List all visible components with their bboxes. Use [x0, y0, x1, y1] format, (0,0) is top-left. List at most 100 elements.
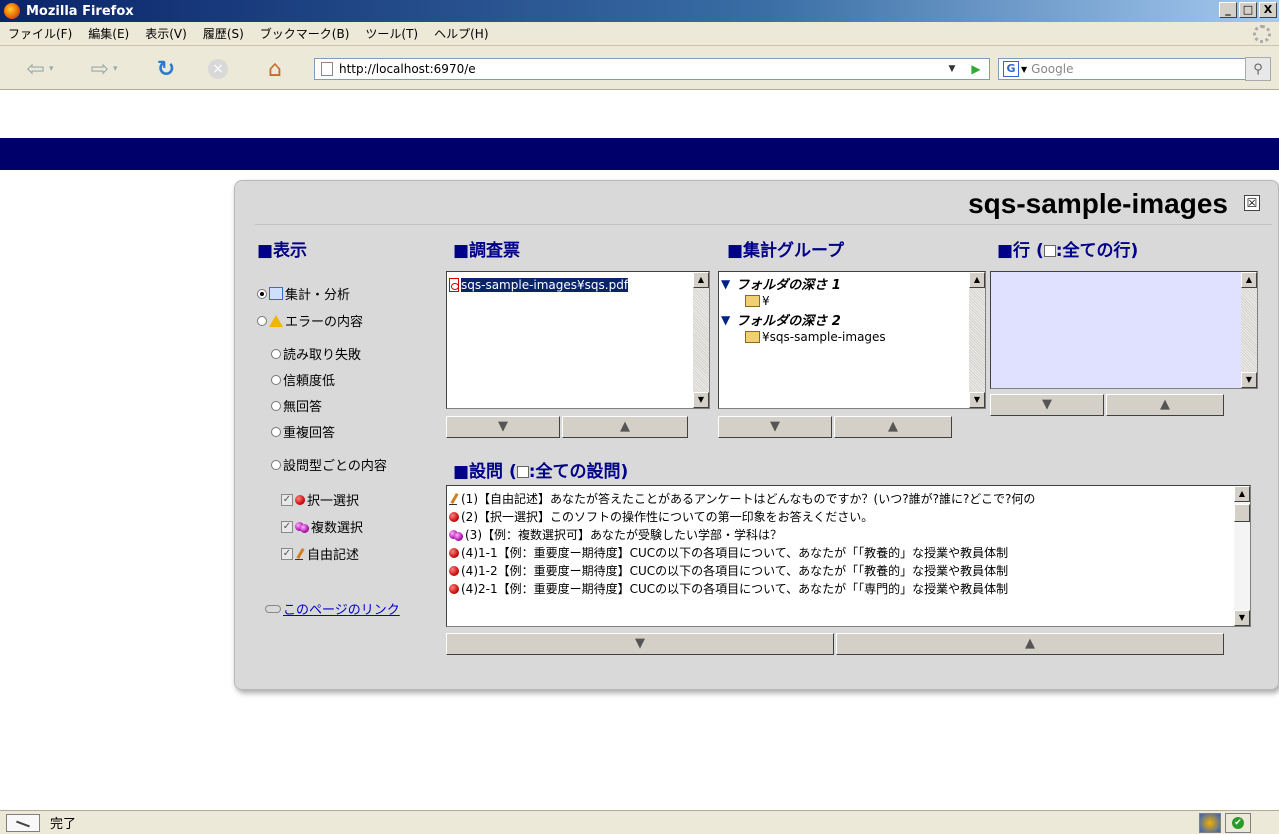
forward-button[interactable]: ⇨ ▾	[78, 56, 130, 82]
forward-dropdown-icon[interactable]: ▾	[113, 64, 118, 74]
rows-heading: ■行 (:全ての行)	[997, 236, 1138, 261]
ok-check-icon: ✔	[1232, 817, 1244, 829]
questions-scroll-down[interactable]: ▼	[1234, 610, 1250, 626]
page-link-text[interactable]: このページのリンク	[283, 599, 400, 618]
questions-move-up-button[interactable]: ▲	[836, 633, 1224, 655]
group-depth-1-item[interactable]: ¥	[745, 292, 770, 309]
reload-button[interactable]: ↻	[152, 56, 180, 82]
rows-move-up-button[interactable]: ▲	[1106, 394, 1224, 416]
addon-icon[interactable]	[1199, 813, 1221, 833]
rows-listbox[interactable]: ▲ ▼	[990, 271, 1258, 389]
option-no-answer[interactable]: 無回答	[271, 396, 322, 415]
questions-heading-prefix: ■設問 (	[453, 462, 517, 482]
question-item[interactable]: (1)【自由記述】あなたが答えたことがあるアンケートはどんなものですか？(いつ?…	[449, 490, 1035, 507]
option-dup-answer[interactable]: 重複回答	[271, 422, 335, 441]
groups-scrollbar[interactable]: ▲ ▼	[969, 272, 985, 408]
single-choice-icon	[449, 511, 459, 522]
questions-scroll-thumb[interactable]	[1234, 504, 1250, 522]
option-aggregate[interactable]: 集計・分析	[257, 284, 350, 303]
groups-move-down-button[interactable]: ▼	[718, 416, 832, 438]
menu-file[interactable]: ファイル(F)	[0, 25, 80, 42]
checkbox-multi[interactable]: ✓	[281, 520, 293, 533]
menu-tools[interactable]: ツール(T)	[357, 25, 426, 42]
option-free[interactable]: ✓ 自由記述	[281, 544, 359, 563]
menu-help[interactable]: ヘルプ(H)	[426, 25, 496, 42]
checkbox-free[interactable]: ✓	[281, 547, 293, 560]
option-by-type[interactable]: 設問型ごとの内容	[271, 455, 387, 474]
menu-edit[interactable]: 編集(E)	[80, 25, 137, 42]
radio-no-answer[interactable]	[271, 400, 281, 411]
group-depth-1[interactable]: ▼ フォルダの深さ 1	[721, 274, 841, 294]
survey-move-down-button[interactable]: ▼	[446, 416, 560, 438]
search-engine-dropdown-icon[interactable]: ▼	[1021, 65, 1027, 74]
group-depth-2-item[interactable]: ¥sqs-sample-images	[745, 328, 886, 345]
menu-bookmarks[interactable]: ブックマーク(B)	[252, 25, 358, 42]
survey-move-up-button[interactable]: ▲	[562, 416, 688, 438]
questions-move-down-button[interactable]: ▼	[446, 633, 834, 655]
survey-listbox[interactable]: sqs-sample-images¥sqs.pdf ▲ ▼	[446, 271, 710, 409]
questions-listbox[interactable]: (1)【自由記述】あなたが答えたことがあるアンケートはどんなものですか？(いつ?…	[446, 485, 1251, 627]
survey-item[interactable]: sqs-sample-images¥sqs.pdf	[449, 276, 629, 293]
question-item[interactable]: (4)1-2【例：重要度ー期待度】CUCの以下の各項目について、あなたが「「教養…	[449, 562, 1008, 579]
stop-button[interactable]: ×	[204, 56, 232, 82]
option-dup-answer-label: 重複回答	[283, 426, 336, 441]
rows-scrollbar[interactable]: ▲ ▼	[1241, 272, 1257, 388]
questions-scroll-up[interactable]: ▲	[1234, 486, 1250, 502]
radio-aggregate[interactable]	[257, 288, 267, 299]
back-button[interactable]: ⇦ ▾	[14, 56, 66, 82]
radio-errors[interactable]	[257, 315, 267, 326]
google-icon[interactable]: G	[1003, 61, 1019, 77]
maximize-button[interactable]: □	[1239, 2, 1257, 18]
groups-scroll-up[interactable]: ▲	[969, 272, 985, 288]
groups-scroll-down[interactable]: ▼	[969, 392, 985, 408]
window-titlebar: Mozilla Firefox _ □ X	[0, 0, 1279, 22]
collapse-icon[interactable]: ▼	[721, 277, 730, 291]
radio-low-conf[interactable]	[271, 374, 281, 385]
group-depth-2[interactable]: ▼ フォルダの深さ 2	[721, 310, 841, 330]
reload-icon: ↻	[156, 56, 176, 82]
survey-scroll-down[interactable]: ▼	[693, 392, 709, 408]
back-dropdown-icon[interactable]: ▾	[49, 64, 54, 74]
search-placeholder[interactable]: Google	[1031, 62, 1073, 76]
groups-move-up-button[interactable]: ▲	[834, 416, 952, 438]
ok-status-icon[interactable]: ✔	[1225, 813, 1251, 833]
panel-title: sqs-sample-images	[968, 188, 1228, 219]
option-multi[interactable]: ✓ 複数選択	[281, 517, 363, 536]
survey-scroll-up[interactable]: ▲	[693, 272, 709, 288]
search-bar[interactable]: G ▼ Google ⚲	[998, 57, 1271, 81]
radio-dup-answer[interactable]	[271, 426, 281, 437]
rows-move-down-button[interactable]: ▼	[990, 394, 1104, 416]
url-text[interactable]: http://localhost:6970/e	[339, 62, 476, 76]
go-icon[interactable]: ▶	[967, 61, 985, 77]
groups-listbox[interactable]: ▼ フォルダの深さ 1 ¥ ▼ フォルダの深さ 2 ¥sqs-sample-im…	[718, 271, 986, 409]
search-icon[interactable]: ⚲	[1245, 57, 1271, 81]
panel-close-icon[interactable]: ☒	[1244, 195, 1260, 211]
url-bar[interactable]: http://localhost:6970/e ▼ ▶	[314, 58, 990, 80]
option-low-conf[interactable]: 信頼度低	[271, 370, 335, 389]
radio-by-type[interactable]	[271, 459, 281, 470]
close-window-button[interactable]: X	[1259, 2, 1277, 18]
minimize-button[interactable]: _	[1219, 2, 1237, 18]
radio-read-fail[interactable]	[271, 348, 281, 359]
checkbox-single[interactable]: ✓	[281, 493, 293, 506]
option-single[interactable]: ✓ 択一選択	[281, 490, 359, 509]
rows-all-checkbox[interactable]	[1043, 245, 1056, 257]
panel-divider	[255, 224, 1272, 225]
home-button[interactable]: ⌂	[260, 56, 290, 82]
menu-view[interactable]: 表示(V)	[137, 25, 195, 42]
collapse-icon[interactable]: ▼	[721, 313, 730, 327]
page-link[interactable]: このページのリンク	[265, 599, 400, 618]
question-item[interactable]: (4)1-1【例：重要度ー期待度】CUCの以下の各項目について、あなたが「「教養…	[449, 544, 1008, 561]
option-read-fail[interactable]: 読み取り失敗	[271, 344, 361, 363]
questions-all-checkbox[interactable]	[516, 466, 529, 478]
rows-scroll-up[interactable]: ▲	[1241, 272, 1257, 288]
question-item[interactable]: (3)【例：複数選択可】あなたが受験したい学部・学科は？	[449, 526, 782, 543]
question-item[interactable]: (2)【択一選択】このソフトの操作性についての第一印象をお答えください。	[449, 508, 873, 525]
url-dropdown-icon[interactable]: ▼	[943, 61, 961, 77]
menu-history[interactable]: 履歴(S)	[195, 25, 252, 42]
survey-scrollbar[interactable]: ▲ ▼	[693, 272, 709, 408]
option-errors[interactable]: エラーの内容	[257, 311, 363, 330]
questions-scrollbar[interactable]: ▲ ▼	[1234, 486, 1250, 626]
rows-scroll-down[interactable]: ▼	[1241, 372, 1257, 388]
question-item[interactable]: (4)2-1【例：重要度ー期待度】CUCの以下の各項目について、あなたが「「専門…	[449, 580, 1008, 597]
